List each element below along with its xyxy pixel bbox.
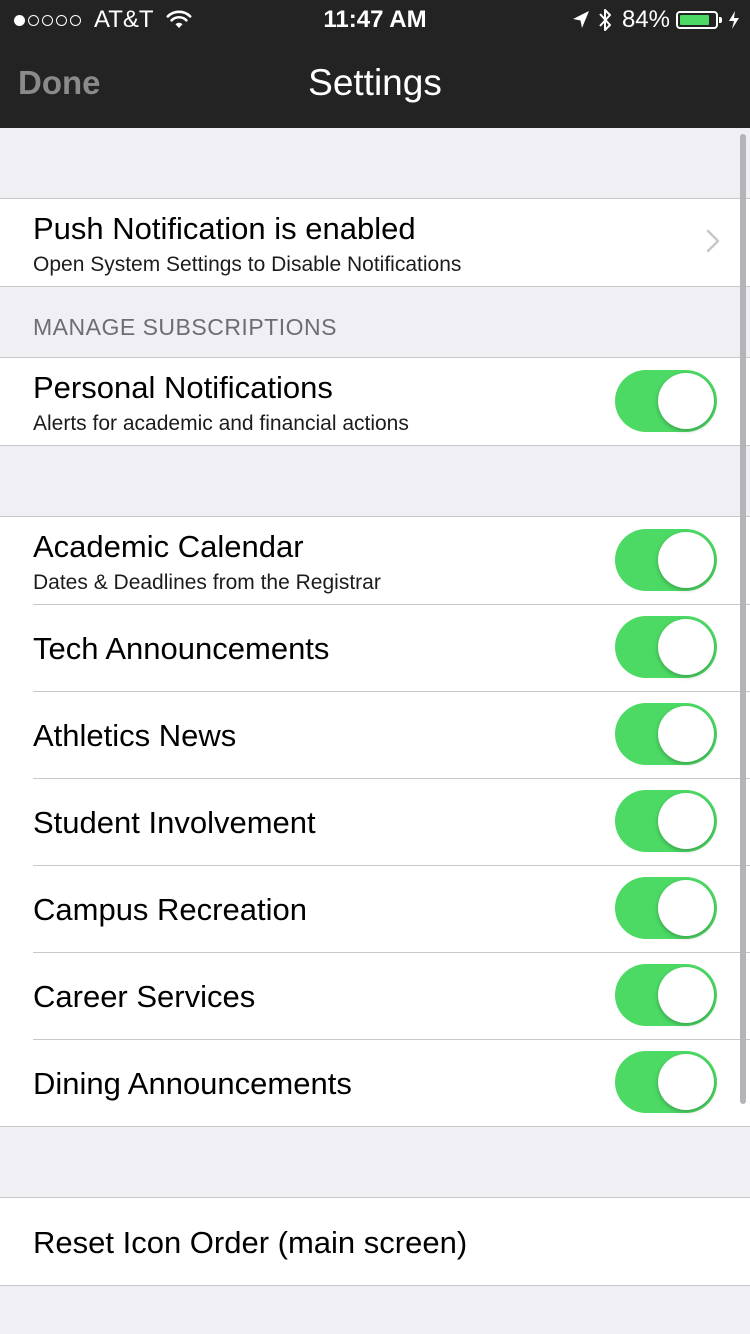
topic-row-athletics-news: Athletics News	[0, 691, 750, 778]
status-bar-right: 84%	[564, 6, 740, 34]
topic-subtitle: Dates & Deadlines from the Registrar	[33, 571, 381, 594]
topic-row-tech-announcements: Tech Announcements	[0, 604, 750, 691]
topic-title: Dining Announcements	[33, 1066, 352, 1101]
tech-announcements-toggle[interactable]	[615, 616, 717, 678]
navigation-bar: Done Settings	[0, 40, 750, 128]
topic-title: Tech Announcements	[33, 631, 330, 666]
battery-percentage: 84%	[621, 6, 670, 33]
topic-title: Academic Calendar	[33, 529, 304, 564]
athletics-news-toggle[interactable]	[615, 703, 717, 765]
scrollbar[interactable]	[740, 134, 746, 1104]
campus-recreation-toggle[interactable]	[615, 877, 717, 939]
topic-row-campus-recreation: Campus Recreation	[0, 865, 750, 952]
manage-subscriptions-header: MANAGE SUBSCRIPTIONS	[33, 314, 337, 340]
status-bar: AT&T 11:47 AM 84%	[0, 0, 750, 40]
personal-notifications-toggle[interactable]	[615, 370, 717, 432]
settings-list[interactable]: Push Notification is enabled Open System…	[0, 128, 750, 1334]
topic-subscriptions-group: Academic Calendar Dates & Deadlines from…	[0, 516, 750, 1127]
push-notification-row[interactable]: Push Notification is enabled Open System…	[0, 199, 750, 286]
location-arrow-icon	[572, 11, 589, 28]
toggle-knob	[658, 532, 714, 588]
toggle-knob	[658, 373, 714, 429]
bluetooth-icon	[599, 9, 611, 31]
toggle-knob	[658, 1054, 714, 1110]
reset-icon-order-label: Reset Icon Order (main screen)	[33, 1225, 468, 1260]
charging-bolt-icon	[729, 11, 739, 29]
toggle-knob	[658, 880, 714, 936]
personal-notifications-row: Personal Notifications Alerts for academ…	[0, 358, 750, 445]
topic-title: Campus Recreation	[33, 892, 307, 927]
page-title: Settings	[308, 62, 442, 103]
topic-title: Career Services	[33, 979, 256, 1014]
topic-row-student-involvement: Student Involvement	[0, 778, 750, 865]
reset-icon-order-row[interactable]: Reset Icon Order (main screen)	[0, 1198, 750, 1285]
push-notification-subtitle: Open System Settings to Disable Notifica…	[33, 253, 462, 276]
topic-title: Athletics News	[33, 718, 237, 753]
topic-title: Student Involvement	[33, 805, 316, 840]
personal-notifications-group: Personal Notifications Alerts for academ…	[0, 357, 750, 446]
personal-notifications-title: Personal Notifications	[33, 370, 333, 405]
student-involvement-toggle[interactable]	[615, 790, 717, 852]
topic-row-academic-calendar: Academic Calendar Dates & Deadlines from…	[0, 517, 750, 604]
toggle-knob	[658, 619, 714, 675]
personal-notifications-subtitle: Alerts for academic and financial action…	[33, 412, 409, 435]
career-services-toggle[interactable]	[615, 964, 717, 1026]
battery-level	[680, 15, 709, 25]
toggle-knob	[658, 793, 714, 849]
topic-row-dining-announcements: Dining Announcements	[0, 1039, 750, 1126]
academic-calendar-toggle[interactable]	[615, 529, 717, 591]
dining-announcements-toggle[interactable]	[615, 1051, 717, 1113]
push-notification-title: Push Notification is enabled	[33, 211, 416, 246]
battery-icon	[676, 11, 722, 29]
reset-group: Reset Icon Order (main screen)	[0, 1197, 750, 1286]
chevron-right-icon	[706, 229, 720, 253]
toggle-knob	[658, 706, 714, 762]
toggle-knob	[658, 967, 714, 1023]
push-notification-group: Push Notification is enabled Open System…	[0, 198, 750, 287]
section-header: MANAGE SUBSCRIPTIONS	[0, 287, 750, 357]
topic-row-career-services: Career Services	[0, 952, 750, 1039]
